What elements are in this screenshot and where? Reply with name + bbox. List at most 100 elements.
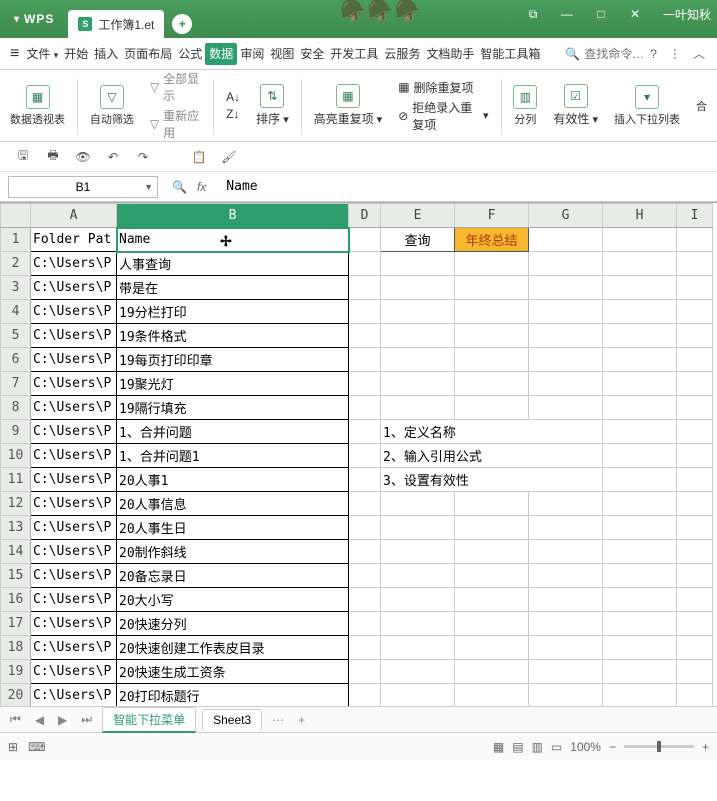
view-normal-icon[interactable]: ▦: [493, 740, 504, 754]
cell[interactable]: [603, 372, 677, 396]
autofilter-button[interactable]: ▽自动筛选: [86, 85, 138, 127]
cell[interactable]: 1、合并问题1: [117, 444, 349, 468]
menu-tab[interactable]: 公式: [175, 43, 205, 65]
row-header[interactable]: 19: [1, 660, 31, 684]
cell[interactable]: [381, 492, 455, 516]
cell[interactable]: [529, 660, 603, 684]
cell[interactable]: [677, 468, 713, 492]
cell[interactable]: [677, 420, 713, 444]
pivot-table-button[interactable]: ▦数据透视表: [6, 85, 69, 127]
menu-tab[interactable]: 视图: [267, 43, 297, 65]
cell[interactable]: C:\Users\P: [31, 588, 117, 612]
zoom-out-icon[interactable]: −: [609, 740, 616, 754]
menu-more-icon[interactable]: ⋮: [663, 47, 687, 61]
cell[interactable]: [529, 372, 603, 396]
cell[interactable]: [677, 228, 713, 252]
window-restore-icon[interactable]: ⧉: [521, 4, 545, 24]
cell[interactable]: [349, 252, 381, 276]
row-header[interactable]: 13: [1, 516, 31, 540]
row-header[interactable]: 7: [1, 372, 31, 396]
cell[interactable]: 年终总结: [455, 228, 529, 252]
cell[interactable]: [381, 276, 455, 300]
cell[interactable]: 3、设置有效性: [381, 468, 603, 492]
cell[interactable]: C:\Users\P: [31, 300, 117, 324]
cell[interactable]: C:\Users\P: [31, 396, 117, 420]
row-header[interactable]: 20: [1, 684, 31, 707]
cell[interactable]: C:\Users\P: [31, 684, 117, 707]
view-custom-icon[interactable]: ▥: [532, 740, 543, 754]
cell[interactable]: [603, 636, 677, 660]
cell[interactable]: [677, 588, 713, 612]
row-header[interactable]: 6: [1, 348, 31, 372]
cell[interactable]: Folder Pat: [31, 228, 117, 252]
cell[interactable]: [677, 564, 713, 588]
cell[interactable]: [677, 516, 713, 540]
cell[interactable]: [603, 612, 677, 636]
cell[interactable]: [603, 516, 677, 540]
cell[interactable]: [677, 348, 713, 372]
zoom-lens-icon[interactable]: 🔍: [172, 180, 187, 194]
cell[interactable]: [603, 420, 677, 444]
cell[interactable]: [529, 348, 603, 372]
cell[interactable]: [455, 636, 529, 660]
cell[interactable]: [677, 300, 713, 324]
sort-button[interactable]: ⇅排序 ▾: [252, 84, 293, 127]
cell[interactable]: C:\Users\P: [31, 540, 117, 564]
cell[interactable]: [677, 252, 713, 276]
cell[interactable]: [455, 372, 529, 396]
cell[interactable]: [349, 300, 381, 324]
zoom-slider[interactable]: [624, 745, 694, 748]
view-page-icon[interactable]: ▤: [512, 740, 523, 754]
sheet-tab-other[interactable]: Sheet3: [202, 709, 262, 730]
cell[interactable]: [381, 636, 455, 660]
sheet-more-icon[interactable]: ⋯: [268, 713, 288, 727]
cell[interactable]: [455, 396, 529, 420]
status-keyboard-icon[interactable]: ⌨: [28, 740, 45, 754]
spreadsheet-grid[interactable]: ABDEFGHI1Folder PatName查询年终总结2C:\Users\P…: [0, 202, 717, 706]
cell[interactable]: C:\Users\P: [31, 612, 117, 636]
column-header[interactable]: B: [117, 204, 349, 228]
column-header[interactable]: E: [381, 204, 455, 228]
cell[interactable]: [349, 396, 381, 420]
cell[interactable]: [349, 420, 381, 444]
cell[interactable]: [455, 684, 529, 707]
zoom-in-icon[interactable]: +: [702, 740, 709, 754]
cell[interactable]: C:\Users\P: [31, 348, 117, 372]
cell[interactable]: [603, 684, 677, 707]
cell[interactable]: 20人事生日: [117, 516, 349, 540]
cell[interactable]: [349, 324, 381, 348]
row-header[interactable]: 11: [1, 468, 31, 492]
cell[interactable]: [455, 276, 529, 300]
row-header[interactable]: 10: [1, 444, 31, 468]
cell[interactable]: [677, 612, 713, 636]
name-box[interactable]: B1▼: [8, 176, 158, 198]
command-search-input[interactable]: [584, 47, 644, 61]
menu-tab[interactable]: 审阅: [237, 43, 267, 65]
cell[interactable]: [603, 444, 677, 468]
save-icon[interactable]: 🖫: [14, 148, 32, 166]
menu-file[interactable]: 文件 ▾: [23, 41, 61, 66]
delete-dup-button[interactable]: ▦删除重复项: [398, 79, 473, 96]
user-name[interactable]: 一叶知秋: [663, 6, 711, 23]
row-header[interactable]: 14: [1, 540, 31, 564]
cell[interactable]: [677, 660, 713, 684]
cell[interactable]: [529, 516, 603, 540]
cell[interactable]: [529, 684, 603, 707]
menu-tab[interactable]: 云服务: [381, 43, 423, 65]
cell[interactable]: 20大小写: [117, 588, 349, 612]
cell[interactable]: [349, 468, 381, 492]
paste-icon[interactable]: 📋: [190, 148, 208, 166]
cell[interactable]: [455, 588, 529, 612]
cell[interactable]: [529, 228, 603, 252]
cell[interactable]: [603, 660, 677, 684]
cell[interactable]: [677, 636, 713, 660]
cell[interactable]: [529, 588, 603, 612]
row-header[interactable]: 12: [1, 492, 31, 516]
consolidate-button[interactable]: 合: [692, 98, 711, 114]
cell[interactable]: 20快速创建工作表皮目录: [117, 636, 349, 660]
new-tab-button[interactable]: +: [172, 14, 192, 34]
cell[interactable]: [349, 516, 381, 540]
cell[interactable]: [455, 348, 529, 372]
column-header[interactable]: H: [603, 204, 677, 228]
cell[interactable]: [349, 372, 381, 396]
